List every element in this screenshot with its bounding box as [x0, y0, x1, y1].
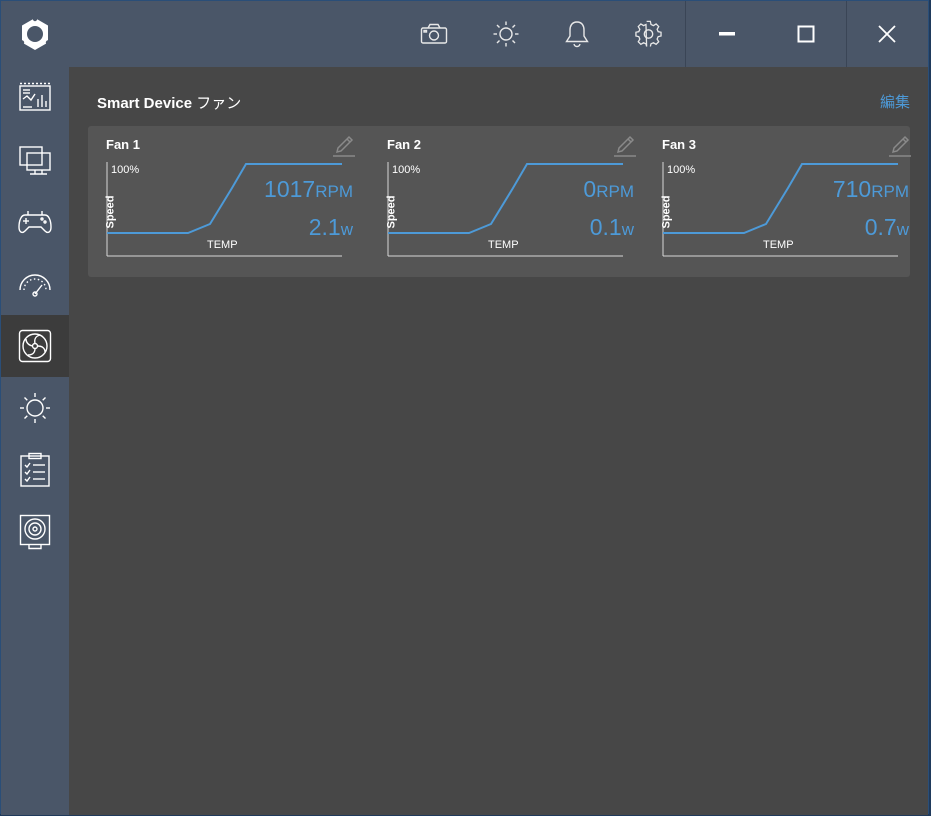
- sidebar-item-tasks[interactable]: [1, 439, 69, 501]
- dashboard-icon: [19, 82, 51, 111]
- fan-name: Fan 1: [106, 137, 140, 152]
- fan-name: Fan 2: [387, 137, 421, 152]
- rpm-unit: RPM: [871, 182, 909, 201]
- close-icon[interactable]: [852, 1, 922, 67]
- sun-icon: [20, 393, 50, 423]
- speed-max-label: 100%: [111, 164, 140, 176]
- sidebar: [1, 67, 69, 815]
- rpm-value: 1017: [264, 176, 316, 202]
- rpm-value: 710: [832, 176, 872, 202]
- fan-rpm: 1017RPM: [264, 176, 353, 203]
- fan-card[interactable]: Fan 2 100% Speed TEMP 0RPM 0.1W: [385, 126, 637, 277]
- fan-rpm: 0RPM: [583, 176, 634, 203]
- gear-icon[interactable]: [614, 1, 684, 67]
- speed-axis-label: Speed: [385, 195, 398, 229]
- edit-link[interactable]: 編集: [880, 91, 910, 112]
- pencil-icon[interactable]: [888, 134, 912, 158]
- section-subtitle: ファン: [196, 95, 242, 112]
- fan-name: Fan 3: [662, 137, 696, 152]
- fan-rpm: 710RPM: [833, 176, 909, 203]
- sidebar-item-fan[interactable]: [1, 315, 69, 377]
- sidebar-item-dashboard[interactable]: [1, 67, 69, 129]
- camera-icon[interactable]: [399, 1, 469, 67]
- minimize-icon[interactable]: [692, 1, 762, 67]
- titlebar-divider: [685, 1, 686, 67]
- clipboard-checklist-icon: [20, 452, 50, 487]
- speed-axis-label: Speed: [660, 195, 673, 229]
- watt-value: 0.7: [864, 214, 897, 240]
- speedometer-icon: [19, 274, 51, 297]
- fan-watt: 2.1W: [309, 214, 353, 241]
- temp-axis-label: TEMP: [488, 239, 519, 251]
- pencil-icon[interactable]: [613, 134, 637, 158]
- title-bar: [1, 1, 928, 67]
- rpm-unit: RPM: [596, 182, 634, 201]
- fan-panel: Fan 1 100% Speed TEMP 1017RPM 2.1W: [88, 126, 912, 277]
- device-name: Smart Device: [97, 95, 193, 112]
- fan-watt: 0.7W: [865, 214, 909, 241]
- gamepad-icon: [18, 211, 52, 234]
- temp-axis-label: TEMP: [207, 239, 238, 251]
- bell-icon[interactable]: [542, 1, 612, 67]
- page-title: Smart Device ファン: [97, 92, 241, 113]
- sidebar-item-performance[interactable]: [1, 253, 69, 315]
- brightness-icon[interactable]: [471, 1, 541, 67]
- watt-unit: W: [340, 220, 353, 239]
- sidebar-item-computer[interactable]: [1, 129, 69, 191]
- maximize-icon[interactable]: [771, 1, 841, 67]
- webcam-icon: [19, 514, 51, 550]
- sidebar-item-gaming[interactable]: [1, 191, 69, 253]
- speed-max-label: 100%: [392, 164, 421, 176]
- watt-unit: W: [896, 220, 909, 239]
- main-content: Smart Device ファン 編集 Fan 1 100% Speed TEM…: [69, 67, 928, 815]
- temp-axis-label: TEMP: [763, 239, 794, 251]
- app-logo-icon: [1, 1, 69, 67]
- sidebar-item-webcam[interactable]: [1, 501, 69, 563]
- watt-value: 2.1: [308, 214, 341, 240]
- fan-watt: 0.1W: [590, 214, 634, 241]
- pencil-icon[interactable]: [332, 134, 356, 158]
- watt-value: 0.1: [589, 214, 622, 240]
- speed-axis-label: Speed: [104, 195, 117, 229]
- speed-max-label: 100%: [667, 164, 696, 176]
- rpm-unit: RPM: [315, 182, 353, 201]
- app-window: Smart Device ファン 編集 Fan 1 100% Speed TEM…: [0, 0, 929, 815]
- sidebar-item-lighting[interactable]: [1, 377, 69, 439]
- titlebar-divider: [846, 1, 847, 67]
- fan-card[interactable]: Fan 1 100% Speed TEMP 1017RPM 2.1W: [104, 126, 356, 277]
- fan-icon: [18, 329, 52, 363]
- watt-unit: W: [621, 220, 634, 239]
- computer-icon: [19, 146, 51, 175]
- fan-card[interactable]: Fan 3 100% Speed TEMP 710RPM 0.7W: [660, 126, 912, 277]
- rpm-value: 0: [583, 176, 597, 202]
